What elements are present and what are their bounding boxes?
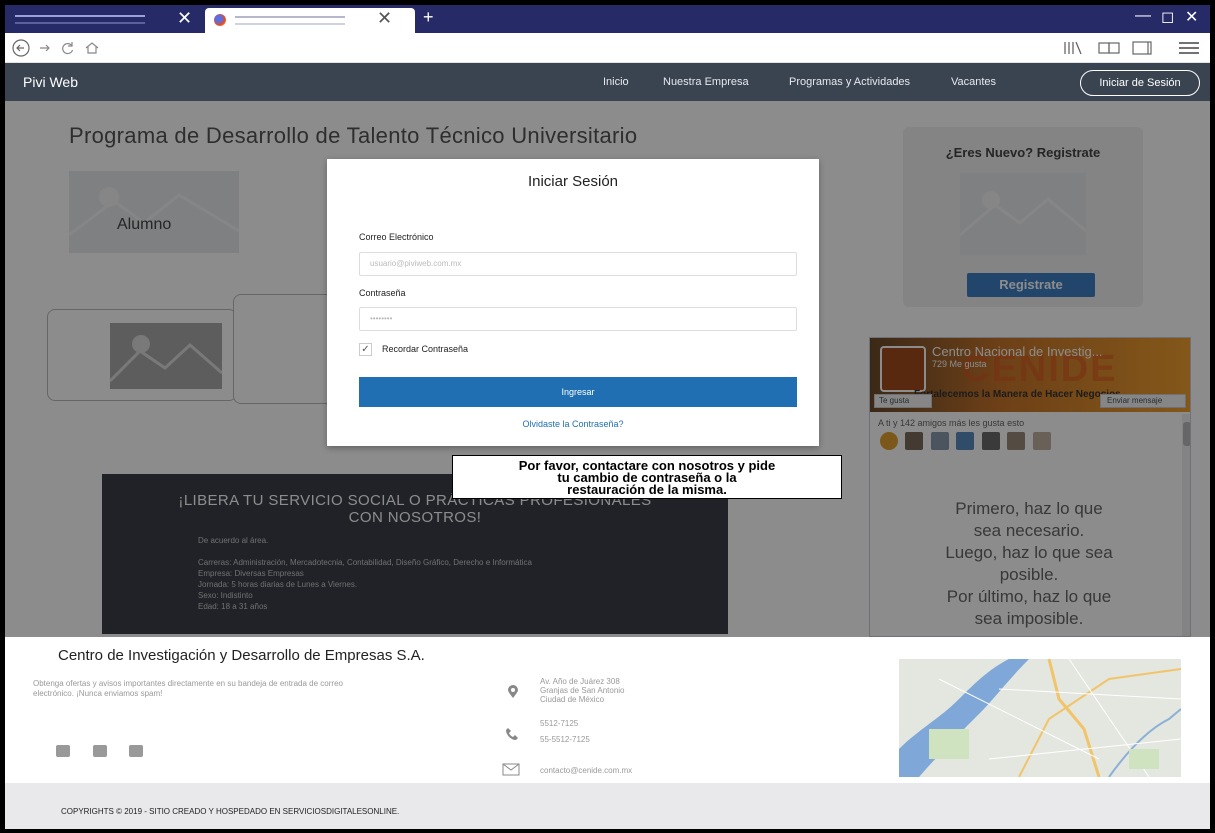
tab-active[interactable]: ✕: [205, 8, 415, 33]
firefox-icon: [214, 14, 226, 26]
email-text[interactable]: contacto@cenide.com.mx: [540, 766, 632, 775]
email-label: Correo Electrónico: [359, 232, 434, 242]
password-field[interactable]: ••••••••: [359, 307, 797, 331]
site-brand[interactable]: Pivi Web: [23, 74, 78, 90]
web-page: Pivi Web Inicio Nuestra Empresa Programa…: [5, 63, 1210, 829]
tab-title-placeholder: [235, 16, 345, 18]
submit-button[interactable]: Ingresar: [359, 377, 797, 407]
reload-icon[interactable]: [59, 38, 77, 64]
map-graphic: [899, 659, 1181, 777]
address-line: Av. Año de Juárez 308: [540, 677, 620, 686]
address-text: Av. Año de Juárez 308 Granjas de San Ant…: [540, 677, 625, 704]
new-tab-icon[interactable]: +: [423, 7, 434, 28]
copyright-bar: COPYRIGHTS © 2019 - SITIO CREADO Y HOSPE…: [5, 783, 1210, 829]
phone-text: 5512-7125 55-5512-7125: [540, 719, 590, 744]
home-icon[interactable]: [83, 38, 101, 64]
site-footer: Centro de Investigación y Desarrollo de …: [5, 637, 1210, 783]
minimize-icon[interactable]: —: [1135, 7, 1151, 25]
remember-checkbox[interactable]: ✓: [359, 343, 372, 356]
hamburger-menu-icon[interactable]: [1177, 38, 1201, 64]
tab-title-placeholder: [235, 23, 345, 25]
phone-line: 55-5512-7125: [540, 735, 590, 744]
sidebar-icon[interactable]: [1130, 38, 1156, 64]
mail-icon: [502, 763, 520, 779]
menu-item-vacantes[interactable]: Vacantes: [951, 76, 996, 88]
tab-title-placeholder: [15, 22, 145, 24]
menu-item-nuestra-empresa[interactable]: Nuestra Empresa: [663, 76, 749, 88]
tab-inactive[interactable]: ✕: [5, 7, 205, 33]
library-icon[interactable]: [1062, 38, 1084, 64]
phone-icon: [505, 727, 519, 744]
facebook-icon[interactable]: [56, 745, 70, 757]
tab-bar: ✕ ✕ + — ◻ ✕: [5, 5, 1210, 33]
location-icon: [507, 685, 519, 702]
forward-icon[interactable]: [36, 38, 54, 64]
email-field[interactable]: usuario@piviweb.com.mx: [359, 252, 797, 276]
phone-line: 5512-7125: [540, 719, 579, 728]
address-line: Granjas de San Antonio: [540, 686, 625, 695]
browser-window: ✕ ✕ + — ◻ ✕ Pivi Web Inicio Nuestra Empr…: [5, 5, 1210, 829]
reader-icon[interactable]: [1097, 38, 1123, 64]
tab-close-icon[interactable]: ✕: [177, 9, 192, 27]
address-line: Ciudad de México: [540, 695, 605, 704]
tooltip-line: restauración de la misma.: [567, 482, 727, 497]
restore-icon[interactable]: ◻: [1161, 7, 1174, 27]
newsletter-text: Obtenga ofertas y avisos importantes dir…: [33, 679, 343, 698]
youtube-icon[interactable]: [93, 745, 107, 757]
window-close-icon[interactable]: ✕: [1185, 7, 1198, 27]
tab-close-icon[interactable]: ✕: [377, 9, 392, 27]
location-map[interactable]: [899, 659, 1181, 777]
site-header: Pivi Web Inicio Nuestra Empresa Programa…: [5, 63, 1210, 101]
password-label: Contraseña: [359, 288, 406, 298]
login-modal: Iniciar Sesión Correo Electrónico usuari…: [327, 159, 819, 446]
browser-toolbar: [5, 33, 1210, 63]
forgot-password-link[interactable]: Olvidaste la Contraseña?: [327, 419, 819, 429]
menu-item-programas[interactable]: Programas y Actividades: [789, 76, 910, 88]
back-icon[interactable]: [11, 38, 31, 64]
footer-company-name: Centro de Investigación y Desarrollo de …: [58, 647, 425, 664]
menu-item-inicio[interactable]: Inicio: [603, 76, 629, 88]
modal-title: Iniciar Sesión: [527, 173, 619, 190]
copyright-text: COPYRIGHTS © 2019 - SITIO CREADO Y HOSPE…: [61, 807, 400, 816]
remember-label[interactable]: Recordar Contraseña: [382, 344, 468, 354]
twitter-icon[interactable]: [129, 745, 143, 757]
contact-tooltip: Por favor, contactare con nosotros y pid…: [452, 455, 842, 499]
tab-title-placeholder: [15, 15, 145, 17]
login-button[interactable]: Iniciar de Sesión: [1080, 70, 1200, 96]
